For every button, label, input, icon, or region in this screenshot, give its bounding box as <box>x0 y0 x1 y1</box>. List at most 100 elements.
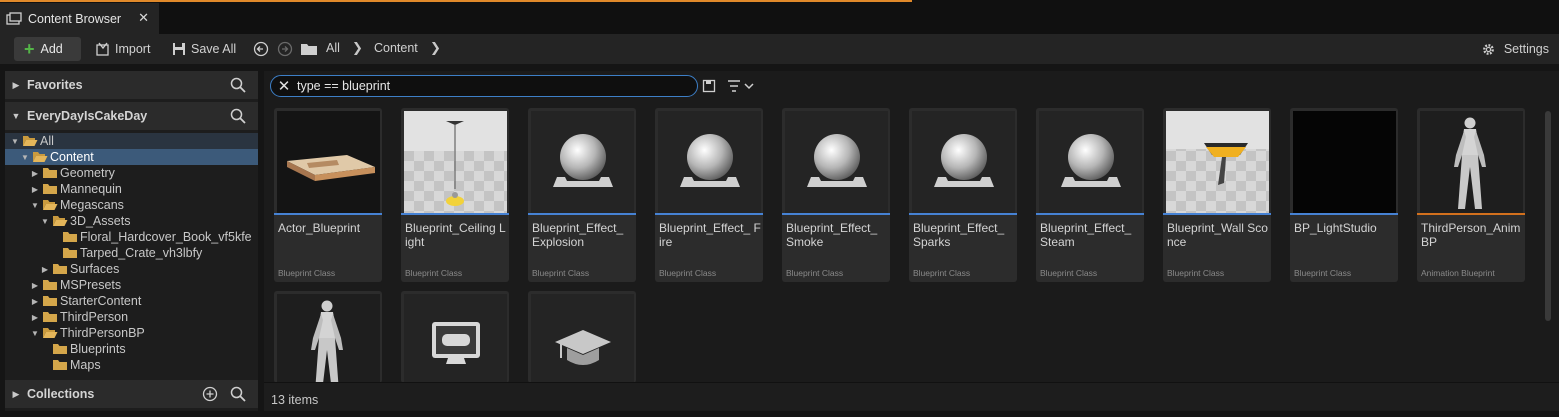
forward-icon[interactable] <box>277 41 293 57</box>
search-icon[interactable] <box>230 77 246 93</box>
asset-type: Blueprint Class <box>913 268 971 278</box>
asset-type: Blueprint Class <box>1294 268 1352 278</box>
sconce-thumbnail <box>1166 111 1269 213</box>
expand-arrow-icon[interactable]: ▶ <box>40 265 50 274</box>
tree-item[interactable]: ▶ MSPresets <box>5 277 258 293</box>
tree-item-label: Floral_Hardcover_Book_vf5kfe <box>80 230 252 244</box>
asset-tile[interactable]: Blueprint_Effect_ Sparks Blueprint Class <box>909 108 1017 282</box>
chevron-right-icon[interactable]: ❯ <box>352 40 363 56</box>
folder-icon <box>63 248 77 258</box>
tree-item[interactable]: Maps <box>5 357 258 373</box>
folder-icon <box>53 360 67 370</box>
asset-tile[interactable]: BP_LightStudio Blueprint Class <box>1290 108 1398 282</box>
tree-item[interactable]: Tarped_Crate_vh3lbfy <box>5 245 258 261</box>
collapse-arrow-icon[interactable]: ▼ <box>20 153 30 162</box>
tree-item[interactable]: ▼ Megascans <box>5 197 258 213</box>
search-icon[interactable] <box>230 108 246 124</box>
expand-arrow-icon[interactable]: ▶ <box>30 297 40 306</box>
tree-item-label: MSPresets <box>60 278 122 292</box>
scrollbar[interactable] <box>1545 111 1551 321</box>
breadcrumb-all[interactable]: All <box>326 41 340 55</box>
expand-arrow-icon[interactable]: ▶ <box>30 281 40 290</box>
plus-icon: + <box>24 39 35 59</box>
folder-icon <box>43 168 57 178</box>
asset-type-stripe <box>782 213 890 215</box>
asset-tile[interactable] <box>528 291 636 383</box>
collapse-arrow-icon[interactable]: ▼ <box>40 217 50 226</box>
tree-item[interactable]: ▼ ThirdPersonBP <box>5 325 258 341</box>
tab-content-browser[interactable]: Content Browser ✕ <box>0 3 159 34</box>
asset-tile[interactable] <box>274 291 382 383</box>
asset-type: Blueprint Class <box>405 268 463 278</box>
asset-name: Blueprint_Effect_ Sparks <box>913 221 1005 249</box>
collapse-arrow-icon[interactable]: ▼ <box>5 111 27 121</box>
tree-item-label: Tarped_Crate_vh3lbfy <box>80 246 203 260</box>
favorites-header[interactable]: ▶ Favorites <box>5 71 258 99</box>
black-thumbnail <box>1293 111 1396 213</box>
settings-button[interactable]: Settings <box>1481 37 1549 61</box>
asset-name: Blueprint_Ceiling Light <box>405 221 506 249</box>
collapse-arrow-icon[interactable]: ▼ <box>30 329 40 338</box>
expand-arrow-icon[interactable]: ▶ <box>30 185 40 194</box>
tree-item[interactable]: ▼ All <box>5 133 258 149</box>
add-button[interactable]: + Add <box>14 37 81 61</box>
asset-type-stripe <box>1290 213 1398 215</box>
sphere-thumbnail <box>658 111 761 213</box>
save-search-icon[interactable] <box>702 79 716 93</box>
expand-arrow-icon[interactable]: ▶ <box>5 80 27 91</box>
asset-name: Blueprint_Wall Sconce <box>1167 221 1268 249</box>
filter-icon[interactable] <box>726 79 758 93</box>
tree-item-label: Maps <box>70 358 101 372</box>
collapse-arrow-icon[interactable]: ▼ <box>30 201 40 210</box>
breadcrumb-content[interactable]: Content <box>374 41 418 55</box>
asset-tile[interactable]: Blueprint_Effect_ Explosion Blueprint Cla… <box>528 108 636 282</box>
folder-icon <box>43 184 57 194</box>
tree-item[interactable]: Floral_Hardcover_Book_vf5kfe <box>5 229 258 245</box>
tree-item[interactable]: ▶ Mannequin <box>5 181 258 197</box>
asset-name: Actor_Blueprint <box>278 221 361 235</box>
asset-tile[interactable]: Actor_Blueprint Blueprint Class <box>274 108 382 282</box>
toolbar: + Add Import Save All All ❯ Content ❯ Se… <box>0 34 1559 64</box>
tree-item[interactable]: ▼ Content <box>5 149 258 165</box>
expand-arrow-icon[interactable]: ▶ <box>5 389 27 400</box>
asset-tile[interactable]: Blueprint_Wall Sconce Blueprint Class <box>1163 108 1271 282</box>
tree-item[interactable]: ▶ Geometry <box>5 165 258 181</box>
collections-header[interactable]: ▶ Collections <box>5 380 258 408</box>
tree-item[interactable]: ▶ StarterContent <box>5 293 258 309</box>
search-box[interactable]: ✕ type == blueprint <box>270 75 698 97</box>
asset-tile[interactable]: ThirdPerson_Anim BP Animation Blueprint <box>1417 108 1525 282</box>
tree-item[interactable]: ▶ Surfaces <box>5 261 258 277</box>
folder-icon <box>43 280 57 290</box>
folder-open-icon <box>43 200 58 210</box>
asset-tile[interactable] <box>401 291 509 383</box>
mannequin-thumbnail <box>277 294 380 383</box>
import-button[interactable]: Import <box>96 37 150 61</box>
asset-name: BP_LightStudio <box>1294 221 1377 235</box>
search-icon[interactable] <box>230 386 246 402</box>
asset-tile[interactable]: Blueprint_Effect_ Smoke Blueprint Class <box>782 108 890 282</box>
tree-item[interactable]: ▶ ThirdPerson <box>5 309 258 325</box>
expand-arrow-icon[interactable]: ▶ <box>30 313 40 322</box>
tree-item[interactable]: ▼ 3D_Assets <box>5 213 258 229</box>
folder-icon[interactable] <box>300 41 318 57</box>
favorites-label: Favorites <box>27 78 83 92</box>
asset-type-stripe <box>655 213 763 215</box>
close-icon[interactable]: ✕ <box>138 10 149 26</box>
add-collection-icon[interactable] <box>202 386 218 402</box>
asset-tile[interactable]: Blueprint_Ceiling Light Blueprint Class <box>401 108 509 282</box>
asset-tile[interactable]: Blueprint_Effect_ Steam Blueprint Class <box>1036 108 1144 282</box>
sphere-thumbnail <box>1039 111 1142 213</box>
tree-item-label: StarterContent <box>60 294 142 308</box>
item-count: 13 items <box>271 393 319 407</box>
tree-item[interactable]: Blueprints <box>5 341 258 357</box>
expand-arrow-icon[interactable]: ▶ <box>30 169 40 178</box>
sphere-thumbnail <box>785 111 888 213</box>
project-header[interactable]: ▼ EveryDayIsCakeDay <box>5 102 258 130</box>
back-icon[interactable] <box>253 41 269 57</box>
save-all-button[interactable]: Save All <box>172 37 236 61</box>
collapse-arrow-icon[interactable]: ▼ <box>10 137 20 146</box>
search-input[interactable]: type == blueprint <box>297 79 390 93</box>
asset-tile[interactable]: Blueprint_Effect_ Fire Blueprint Class <box>655 108 763 282</box>
clear-search-icon[interactable]: ✕ <box>271 77 297 95</box>
chevron-right-icon[interactable]: ❯ <box>430 40 441 56</box>
